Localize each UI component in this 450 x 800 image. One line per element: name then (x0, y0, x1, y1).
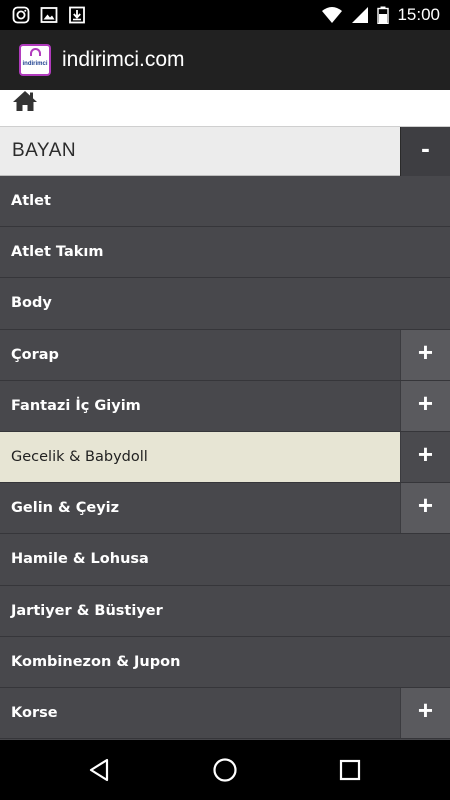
expand-button[interactable]: + (400, 483, 450, 534)
menu-item-label: Hamile & Lohusa (11, 551, 149, 568)
menu-item-label: Kombinezon & Jupon (11, 653, 181, 670)
menu-item-label: Jartiyer & Büstiyer (11, 602, 163, 619)
menu-item[interactable]: Atlet (0, 176, 450, 228)
signal-icon (351, 6, 369, 24)
app-title: indirimci.com (62, 48, 185, 71)
category-title: BAYAN (12, 140, 77, 161)
menu-item-label: Atlet (11, 193, 51, 209)
menu-item[interactable]: Jartiyer & Büstiyer (0, 585, 450, 637)
download-icon (68, 6, 86, 24)
status-time: 15:00 (397, 5, 440, 24)
app-logo-text: indirimci (22, 61, 48, 67)
menu-item-selected[interactable]: Gecelik & Babydoll + (0, 431, 450, 484)
status-right: 15:00 (321, 5, 450, 25)
app-bar: indirimci indirimci.com (0, 30, 450, 90)
image-icon (40, 6, 58, 24)
menu-item[interactable]: Atlet Takım (0, 227, 450, 279)
back-icon[interactable] (87, 757, 113, 783)
navigation-bar (0, 740, 450, 800)
expand-button[interactable]: + (400, 329, 450, 380)
shopping-bag-icon (30, 48, 41, 56)
recents-icon[interactable] (337, 757, 363, 783)
menu-item-label: Gelin & Çeyiz (11, 500, 120, 517)
breadcrumb (0, 90, 450, 126)
menu-item[interactable]: Body (0, 278, 450, 330)
menu-item[interactable]: Çorap + (0, 329, 450, 381)
menu-item-label: Fantazi İç Giyim (11, 397, 141, 414)
menu-item[interactable]: Hamile & Lohusa (0, 534, 450, 586)
status-bar: 15:00 (0, 0, 450, 30)
category-menu-list: Atlet Atlet Takım Body Çorap + Fantazi İ… (0, 176, 450, 740)
battery-icon (377, 6, 390, 24)
app-logo: indirimci (19, 44, 51, 76)
menu-item[interactable]: Korse + (0, 687, 450, 740)
menu-item[interactable]: Fantazi İç Giyim + (0, 380, 450, 432)
menu-item[interactable]: Kombinezon & Jupon (0, 636, 450, 688)
wifi-icon (321, 6, 343, 24)
menu-item-label: Gecelik & Babydoll (11, 448, 148, 465)
category-header[interactable]: BAYAN - (0, 126, 450, 176)
menu-item-label: Korse (11, 704, 58, 721)
status-left-icons (0, 6, 86, 24)
collapse-button[interactable]: - (400, 127, 450, 176)
menu-item-label: Atlet Takım (11, 244, 104, 261)
home-circle-icon[interactable] (212, 757, 238, 783)
expand-button[interactable]: + (400, 687, 450, 738)
expand-button[interactable]: + (400, 431, 450, 482)
menu-item[interactable]: Gelin & Çeyiz + (0, 483, 450, 535)
home-icon[interactable] (12, 90, 38, 112)
menu-item-label: Çorap (11, 346, 59, 363)
instagram-icon (12, 6, 30, 24)
expand-button[interactable]: + (400, 380, 450, 431)
menu-item-label: Body (11, 295, 52, 312)
